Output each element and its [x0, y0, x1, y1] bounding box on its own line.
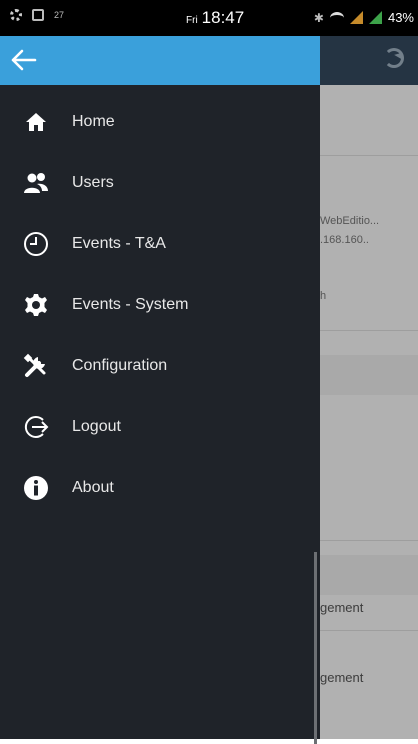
status-day: Fri	[186, 15, 198, 26]
users-icon	[22, 169, 50, 197]
status-bar-right: ✱ 43%	[314, 10, 414, 25]
wifi-icon	[329, 11, 344, 24]
menu-item-logout[interactable]: Logout	[0, 396, 320, 457]
settings-notification-icon	[10, 9, 22, 21]
menu-item-label: Configuration	[72, 356, 168, 374]
home-icon	[22, 108, 50, 136]
screen: 27 Fri 18:47 ✱ 43% WebEditio... .168.160.…	[0, 0, 418, 744]
status-bar: 27 Fri 18:47 ✱ 43%	[0, 0, 418, 36]
signal-sim1-icon	[349, 11, 363, 24]
arrow-left-icon[interactable]	[10, 48, 38, 72]
status-bar-left: 27	[10, 9, 64, 21]
menu-item-label: Logout	[72, 417, 121, 435]
logout-icon	[22, 413, 50, 441]
menu-item-about[interactable]: About	[0, 457, 320, 518]
drawer-menu: Home Users Events - T&A Events - System …	[0, 91, 320, 518]
tools-icon	[22, 352, 50, 380]
status-clock: Fri 18:47	[186, 8, 244, 28]
status-indicator-text: 27	[54, 10, 65, 20]
menu-item-label: Events - System	[72, 295, 189, 313]
drawer-header	[0, 36, 320, 85]
clock-icon	[22, 230, 50, 258]
battery-percentage: 43%	[387, 10, 414, 25]
navigation-drawer: Home Users Events - T&A Events - System …	[0, 36, 320, 744]
menu-item-label: Users	[72, 173, 114, 191]
info-icon	[22, 474, 50, 502]
menu-item-home[interactable]: Home	[0, 91, 320, 152]
menu-item-users[interactable]: Users	[0, 152, 320, 213]
menu-item-configuration[interactable]: Configuration	[0, 335, 320, 396]
message-notification-icon	[32, 9, 44, 21]
gear-icon	[22, 291, 50, 319]
menu-item-label: Home	[72, 112, 115, 130]
signal-sim2-icon	[368, 11, 382, 24]
menu-item-label: About	[72, 478, 114, 496]
menu-item-events-ta[interactable]: Events - T&A	[0, 213, 320, 274]
menu-item-events-system[interactable]: Events - System	[0, 274, 320, 335]
drawer-scrollbar[interactable]	[314, 552, 317, 744]
bluetooth-icon: ✱	[313, 10, 324, 25]
menu-item-label: Events - T&A	[72, 234, 166, 252]
status-time: 18:47	[201, 8, 245, 27]
